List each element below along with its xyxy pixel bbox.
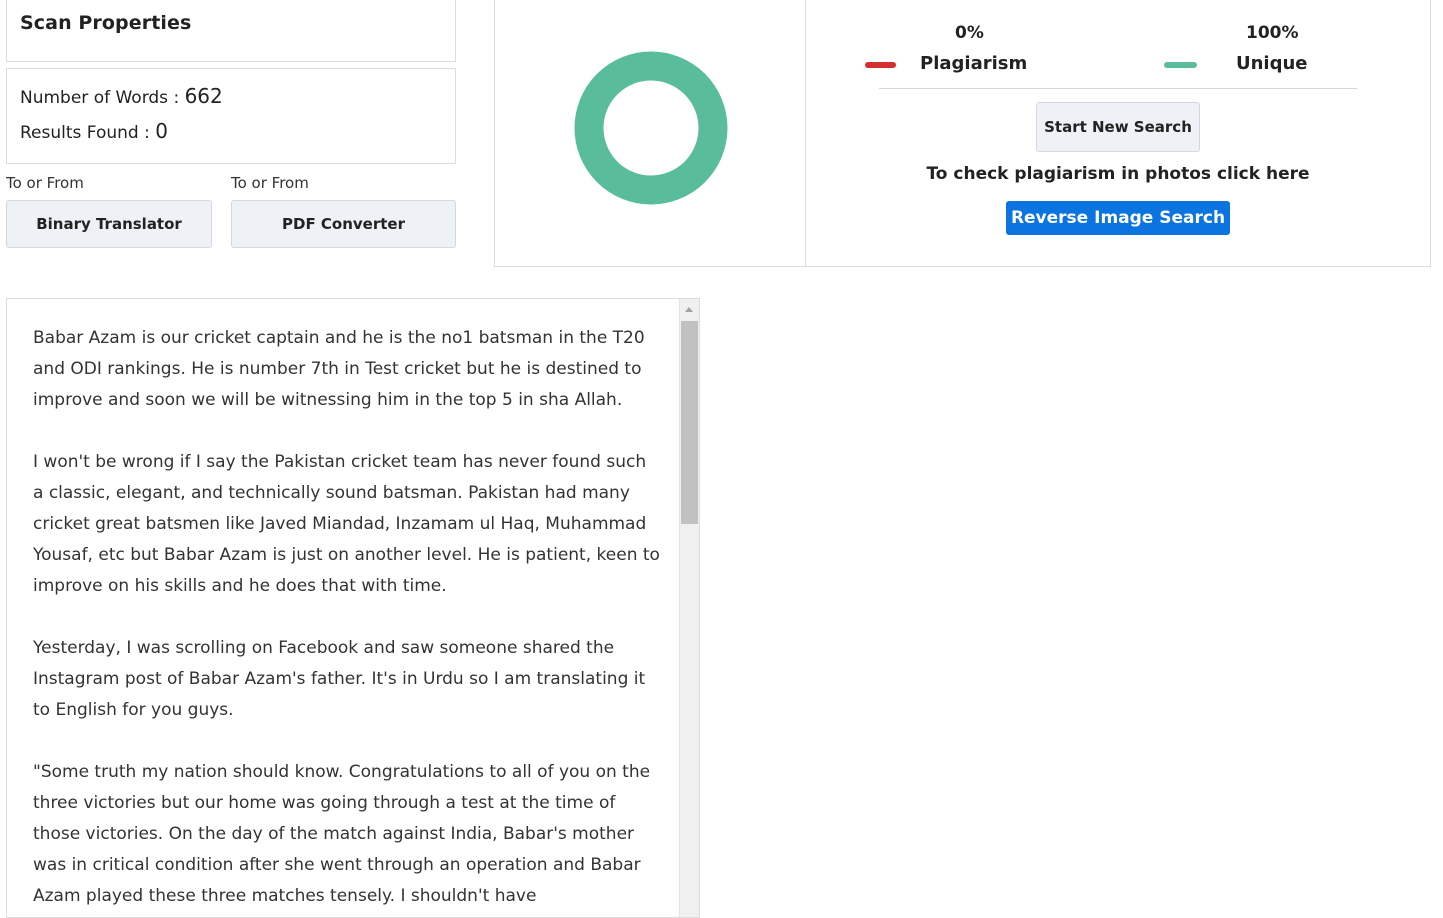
legend-divider xyxy=(879,88,1357,89)
word-count-value: 662 xyxy=(184,84,223,108)
word-count-row: Number of Words : 662 xyxy=(20,84,223,108)
document-text: Babar Azam is our cricket captain and he… xyxy=(33,323,661,917)
plagiarism-legend-swatch xyxy=(865,62,896,68)
start-new-search-button[interactable]: Start New Search xyxy=(1036,102,1200,152)
result-panel: 0% Plagiarism 100% Unique Start New Sear… xyxy=(494,0,1431,267)
photo-check-text: To check plagiarism in photos click here xyxy=(926,164,1310,184)
unique-donut-ring xyxy=(574,51,728,205)
scan-stats-panel: Number of Words : 662 Results Found : 0 xyxy=(6,68,456,164)
plagiarism-label: Plagiarism xyxy=(920,53,1028,74)
plagiarism-donut-chart xyxy=(574,51,728,205)
scan-properties-header: Scan Properties xyxy=(6,0,456,62)
document-paragraph: Babar Azam is our cricket captain and he… xyxy=(33,328,645,410)
scroll-up-arrow-icon[interactable] xyxy=(685,307,693,312)
scrollbar-thumb[interactable] xyxy=(681,321,698,524)
results-found-label: Results Found : xyxy=(20,123,156,143)
scan-properties-title: Scan Properties xyxy=(20,12,192,34)
pdf-converter-caption: To or From xyxy=(231,174,309,192)
binary-translator-button[interactable]: Binary Translator xyxy=(6,200,212,248)
unique-percent: 100% xyxy=(1246,23,1299,43)
document-text-area[interactable]: Babar Azam is our cricket captain and he… xyxy=(6,298,700,918)
results-found-value: 0 xyxy=(155,119,168,143)
document-paragraph: "Some truth my nation should know. Congr… xyxy=(33,762,651,906)
document-paragraph: I won't be wrong if I say the Pakistan c… xyxy=(33,452,660,596)
unique-legend-swatch xyxy=(1164,62,1197,68)
pdf-converter-button[interactable]: PDF Converter xyxy=(231,200,456,248)
binary-translator-caption: To or From xyxy=(6,174,84,192)
unique-label: Unique xyxy=(1236,53,1308,74)
results-found-row: Results Found : 0 xyxy=(20,119,168,143)
reverse-image-search-button[interactable]: Reverse Image Search xyxy=(1006,201,1230,235)
text-scrollbar[interactable] xyxy=(679,299,699,917)
panel-divider xyxy=(805,0,806,266)
word-count-label: Number of Words : xyxy=(20,88,185,108)
plagiarism-percent: 0% xyxy=(955,23,984,43)
document-paragraph: Yesterday, I was scrolling on Facebook a… xyxy=(33,638,646,720)
